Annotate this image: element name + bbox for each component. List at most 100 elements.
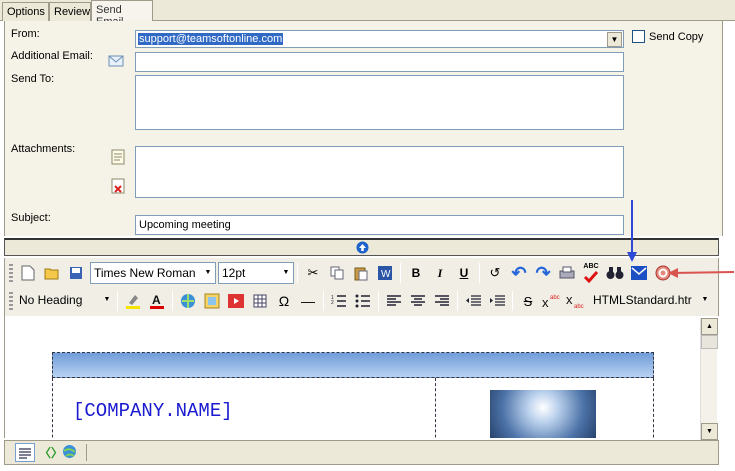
company-name-field[interactable]: [COMPANY.NAME]: [73, 400, 233, 422]
separator: [297, 263, 298, 283]
font-color-icon[interactable]: A: [146, 290, 168, 312]
strikethrough-icon[interactable]: S: [517, 290, 539, 312]
editor-scrollbar[interactable]: ▲ ▼: [700, 318, 718, 440]
font-size-select[interactable]: 12pt ▼: [218, 262, 294, 284]
indent-icon[interactable]: [486, 290, 508, 312]
insert-link-icon[interactable]: [177, 290, 199, 312]
chevron-down-icon[interactable]: ▼: [101, 291, 113, 309]
save-icon[interactable]: [65, 262, 87, 284]
add-attachment-icon[interactable]: [108, 147, 128, 167]
send-to-input[interactable]: [135, 75, 624, 130]
send-copy-checkbox[interactable]: [632, 30, 645, 43]
redo-icon[interactable]: ↷: [532, 262, 554, 284]
from-select[interactable]: support@teamsoftonline.com ▼: [135, 30, 624, 48]
svg-text:x: x: [566, 293, 573, 307]
preview-globe-icon[interactable]: [62, 444, 77, 462]
numbered-list-icon[interactable]: 12: [328, 290, 350, 312]
svg-text:x: x: [542, 295, 549, 309]
align-center-icon[interactable]: [407, 290, 429, 312]
undo-icon[interactable]: ↶: [508, 262, 530, 284]
svg-text:A: A: [152, 293, 161, 307]
tab-send-email[interactable]: Send Email: [91, 0, 153, 28]
print-icon[interactable]: [556, 262, 578, 284]
header-banner: [52, 352, 654, 378]
subject-input[interactable]: Upcoming meeting: [135, 215, 624, 235]
font-name-value: Times New Roman: [94, 266, 196, 280]
separator: [400, 263, 401, 283]
separator: [323, 291, 324, 311]
separator: [117, 291, 118, 311]
additional-email-input[interactable]: [135, 52, 624, 72]
align-left-icon[interactable]: [383, 290, 405, 312]
view-mode-bar: 〈〉: [4, 440, 719, 465]
header-image: [490, 390, 596, 438]
annotation-arrows: [627, 200, 735, 278]
svg-text:2: 2: [331, 300, 334, 306]
chevron-down-icon[interactable]: ▼: [202, 264, 214, 282]
scroll-thumb[interactable]: [701, 335, 718, 349]
toolbar-grip[interactable]: [9, 292, 13, 310]
paste-word-icon[interactable]: W: [374, 262, 396, 284]
svg-text:abc: abc: [574, 304, 584, 309]
scroll-up-icon[interactable]: ▲: [701, 318, 718, 335]
tab-strip: Options Review Send Email: [0, 0, 735, 28]
chevron-down-icon[interactable]: ▼: [699, 291, 711, 309]
separator: [378, 291, 379, 311]
editor-toolbar: Times New Roman ▼ 12pt ▼ ✂ W B I U ↺ ↶ ↷…: [4, 258, 719, 316]
send-copy-label: Send Copy: [649, 31, 704, 43]
template-value: HTMLStandard.htr: [593, 293, 692, 307]
underline-icon[interactable]: U: [453, 262, 475, 284]
heading-value: No Heading: [19, 293, 83, 307]
source-view-icon[interactable]: 〈〉: [39, 444, 63, 461]
outdent-icon[interactable]: [462, 290, 484, 312]
separator: [457, 291, 458, 311]
align-right-icon[interactable]: [431, 290, 453, 312]
email-form-panel: From: support@teamsoftonline.com ▼ Send …: [4, 21, 723, 236]
scroll-down-icon[interactable]: ▼: [701, 423, 718, 440]
separator: [86, 444, 87, 461]
tab-options[interactable]: Options: [2, 2, 49, 21]
italic-icon[interactable]: I: [429, 262, 451, 284]
bold-icon[interactable]: B: [405, 262, 427, 284]
open-folder-icon[interactable]: [41, 262, 63, 284]
refresh-icon[interactable]: ↺: [484, 262, 506, 284]
address-book-icon[interactable]: [106, 51, 126, 71]
tab-review[interactable]: Review: [49, 2, 91, 21]
from-value: support@teamsoftonline.com: [138, 33, 284, 45]
font-size-value: 12pt: [222, 266, 246, 280]
heading-select[interactable]: No Heading ▼: [16, 290, 114, 312]
insert-media-icon[interactable]: [225, 290, 247, 312]
new-document-icon[interactable]: [17, 262, 39, 284]
superscript-icon[interactable]: x abc: [541, 290, 563, 312]
chevron-down-icon[interactable]: ▼: [607, 32, 622, 47]
subject-value: Upcoming meeting: [139, 219, 231, 231]
paste-icon[interactable]: [350, 262, 372, 284]
template-select[interactable]: HTMLStandard.htr ▼: [590, 290, 712, 312]
attachments-label: Attachments:: [11, 143, 76, 155]
insert-table-icon[interactable]: [249, 290, 271, 312]
subscript-icon[interactable]: x abc: [565, 290, 587, 312]
insert-image-icon[interactable]: [201, 290, 223, 312]
svg-text:abc: abc: [550, 295, 560, 301]
collapse-up-icon[interactable]: [356, 241, 369, 254]
highlight-color-icon[interactable]: [122, 290, 144, 312]
red-arrow-head: [668, 268, 678, 278]
separator: [512, 291, 513, 311]
spell-check-icon[interactable]: ABC: [580, 262, 602, 284]
attachments-list[interactable]: [135, 146, 624, 198]
horizontal-rule-icon[interactable]: —: [297, 290, 319, 312]
subject-label: Subject:: [11, 212, 51, 224]
remove-attachment-icon[interactable]: [108, 176, 128, 196]
svg-text:W: W: [381, 269, 391, 280]
html-editor-area[interactable]: [COMPANY.NAME]: [4, 316, 704, 438]
insert-symbol-icon[interactable]: Ω: [273, 290, 295, 312]
cut-icon[interactable]: ✂: [302, 262, 324, 284]
copy-icon[interactable]: [326, 262, 348, 284]
font-name-select[interactable]: Times New Roman ▼: [90, 262, 216, 284]
bullet-list-icon[interactable]: [352, 290, 374, 312]
design-view-icon[interactable]: [15, 443, 35, 462]
collapse-splitter[interactable]: [4, 238, 719, 256]
chevron-down-icon[interactable]: ▼: [280, 264, 292, 282]
toolbar-grip[interactable]: [9, 264, 13, 282]
blue-arrow-head: [627, 252, 637, 262]
